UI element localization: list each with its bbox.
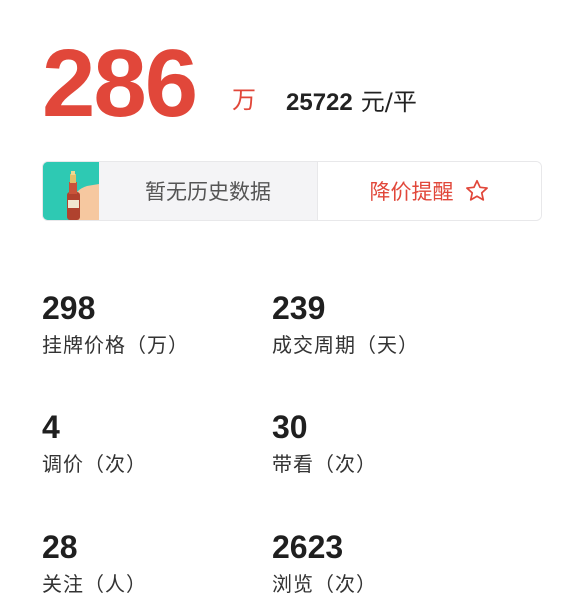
stat-value: 2623 — [272, 529, 344, 565]
unit-price-unit: 元/平 — [360, 88, 417, 116]
stat-label: 浏览（次） — [272, 572, 377, 596]
stat-price-adjustments: 4 调价（次） — [42, 409, 262, 477]
stat-page-views: 2623 浏览（次） — [272, 529, 492, 597]
stat-deal-cycle: 239 成交周期（天） — [272, 290, 492, 358]
stat-label: 调价（次） — [42, 452, 147, 476]
stat-value: 239 — [272, 290, 326, 326]
star-icon — [464, 178, 490, 204]
price-drop-alert-button[interactable]: 降价提醒 — [317, 162, 541, 220]
stat-label: 成交周期（天） — [272, 333, 419, 357]
bottle-thumbnail-icon — [43, 162, 99, 220]
price-history-bar: 暂无历史数据 降价提醒 — [42, 161, 542, 221]
stat-listing-price: 298 挂牌价格（万） — [42, 290, 262, 358]
stat-label: 带看（次） — [272, 452, 377, 476]
total-price-unit: 万 — [232, 86, 256, 114]
stat-value: 28 — [42, 529, 78, 565]
stat-label: 挂牌价格（万） — [42, 333, 189, 357]
stat-value: 4 — [42, 409, 60, 445]
price-drop-alert-label: 降价提醒 — [369, 180, 454, 204]
unit-price-value: 25722 — [286, 89, 353, 116]
unit-price: 25722 元/平 — [286, 86, 417, 119]
stat-viewings: 30 带看（次） — [272, 409, 492, 477]
total-price: 286 — [42, 30, 198, 137]
history-empty-text: 暂无历史数据 — [99, 162, 317, 220]
stat-value: 30 — [272, 409, 308, 445]
stat-label: 关注（人） — [42, 572, 147, 596]
stat-value: 298 — [42, 290, 96, 326]
stat-followers: 28 关注（人） — [42, 529, 262, 597]
